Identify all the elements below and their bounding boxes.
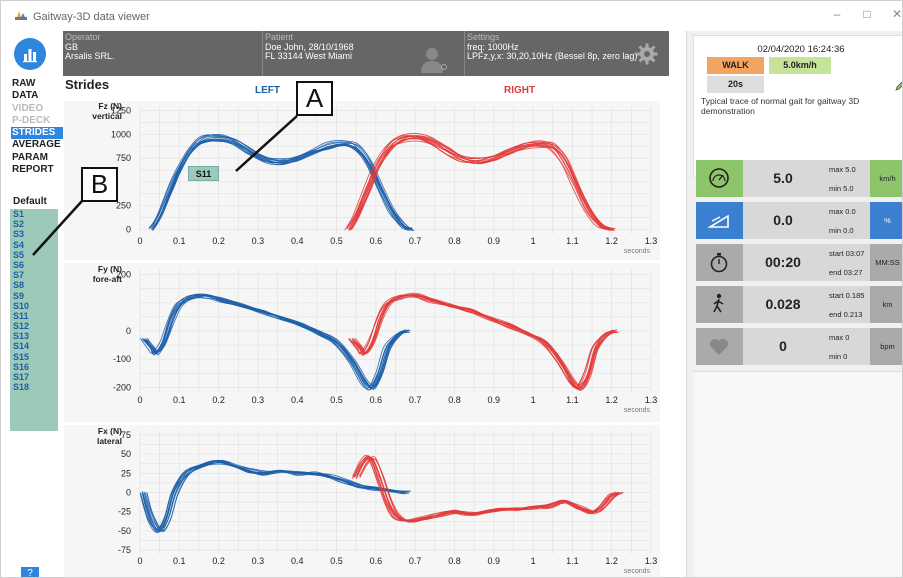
metric-unit: km/h [870,160,902,197]
activity-mode-badge: WALK [707,57,764,74]
app-window: Gaitway-3D data viewer – □ ✕ RAW DATA VIDE… [0,0,903,578]
empty-area [693,371,902,577]
session-details: 02/04/2020 16:24:36 WALK 5.0km/h 20s Typ… [693,35,903,178]
metric-limit-top: start 03:07 [829,249,865,258]
heart-icon [696,328,743,365]
metric-limit-bottom: min 0.0 [829,226,854,235]
metric-row-bpm: 0 max 0 min 0 bpm [696,328,902,365]
incline-icon [696,202,743,239]
metric-limit-bottom: end 0.213 [829,310,863,319]
metric-unit: km [870,286,902,323]
walker-icon [696,286,743,323]
metric-unit: MM:SS [870,244,902,281]
metric-value: 0.0 [743,202,823,239]
metric-limit-bottom: min 0 [829,352,848,361]
metric-limits: max 0.0 min 0.0 [823,202,870,239]
stopwatch-icon [696,244,743,281]
metric-limits: start 0.185 end 0.213 [823,286,870,323]
session-summary-panel: 02/04/2020 16:24:36 WALK 5.0km/h 20s Typ… [686,31,903,577]
metric-limit-top: max 0.0 [829,207,856,216]
metric-limit-top: max 5.0 [829,165,856,174]
metric-unit: % [870,202,902,239]
metric-value: 0.028 [743,286,823,323]
duration-badge: 20s [707,76,764,93]
metric-limits: start 03:07 end 03:27 [823,244,870,281]
metric-value: 5.0 [743,160,823,197]
metric-row-kmh: 5.0 max 5.0 min 5.0 km/h [696,160,902,197]
metric-value: 0 [743,328,823,365]
metric-limits: max 5.0 min 5.0 [823,160,870,197]
metric-limit-bottom: end 03:27 [829,268,863,277]
speedometer-icon [696,160,743,197]
speed-badge: 5.0km/h [769,57,831,74]
metric-limit-bottom: min 5.0 [829,184,854,193]
metric-row-: 0.0 max 0.0 min 0.0% [696,202,902,239]
metric-value: 00:20 [743,244,823,281]
session-description: Typical trace of normal gait for gaitway… [701,96,860,116]
metric-unit: bpm [870,328,902,365]
session-datetime: 02/04/2020 16:24:36 [757,44,845,55]
metric-row-mmss: 00:20 start 03:07 end 03:27 MM:SS [696,244,902,281]
metric-row-km: 0.028 start 0.185 end 0.213 km [696,286,902,323]
metric-limit-top: start 0.185 [829,291,865,300]
metric-limits: max 0 min 0 [823,328,870,365]
metric-limit-top: max 0 [829,333,850,342]
pencil-icon[interactable] [894,79,903,91]
